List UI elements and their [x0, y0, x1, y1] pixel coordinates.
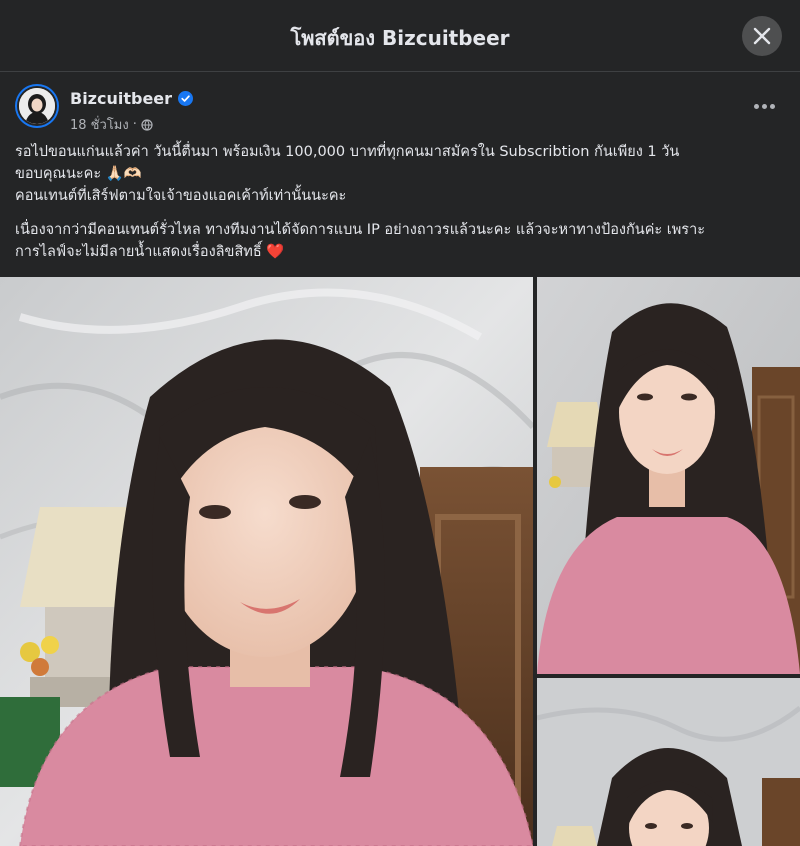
dialog-header: โพสต์ของ Bizcuitbeer: [0, 0, 800, 72]
post-author[interactable]: Bizcuitbeer: [70, 89, 194, 108]
photo-bottom-right[interactable]: [537, 678, 800, 846]
post-time[interactable]: 18 ชั่วโมง: [70, 114, 129, 135]
post-line: คอนเทนต์ที่เสิร์ฟตามใจเจ้าของแอคเค้าท์เท…: [15, 188, 347, 204]
more-horizontal-icon: [753, 103, 775, 109]
photo-main[interactable]: [0, 277, 533, 846]
author-name[interactable]: Bizcuitbeer: [70, 89, 172, 108]
avatar[interactable]: [15, 84, 59, 128]
more-options-button[interactable]: [748, 94, 780, 118]
close-button[interactable]: [742, 16, 782, 56]
dialog-title: โพสต์ของ Bizcuitbeer: [290, 26, 510, 50]
post-line: รอไปขอนแก่นแล้วค่า วันนี้ตื่นมา พร้อมเงิ…: [15, 144, 680, 160]
post-text: รอไปขอนแก่นแล้วค่า วันนี้ตื่นมา พร้อมเงิ…: [15, 141, 785, 263]
close-icon: [753, 27, 771, 45]
meta-separator: ·: [132, 117, 137, 132]
post-line: เนื่องจากว่ามีคอนเทนต์รั่วไหล ทางทีมงานไ…: [15, 222, 706, 238]
post-header: Bizcuitbeer 18 ชั่วโมง ·: [0, 72, 800, 138]
post-meta: 18 ชั่วโมง ·: [70, 114, 153, 135]
photo-top-right[interactable]: [537, 277, 800, 674]
globe-icon: [141, 118, 153, 131]
post-line: การไลฟ์จะไม่มีลายน้ำแสดงเรื่องลิขสิทธิ์ …: [15, 244, 285, 260]
verified-badge-icon: [178, 91, 194, 106]
post-line: ขอบคุณนะคะ 🙏🏻🫶🏻: [15, 166, 142, 182]
